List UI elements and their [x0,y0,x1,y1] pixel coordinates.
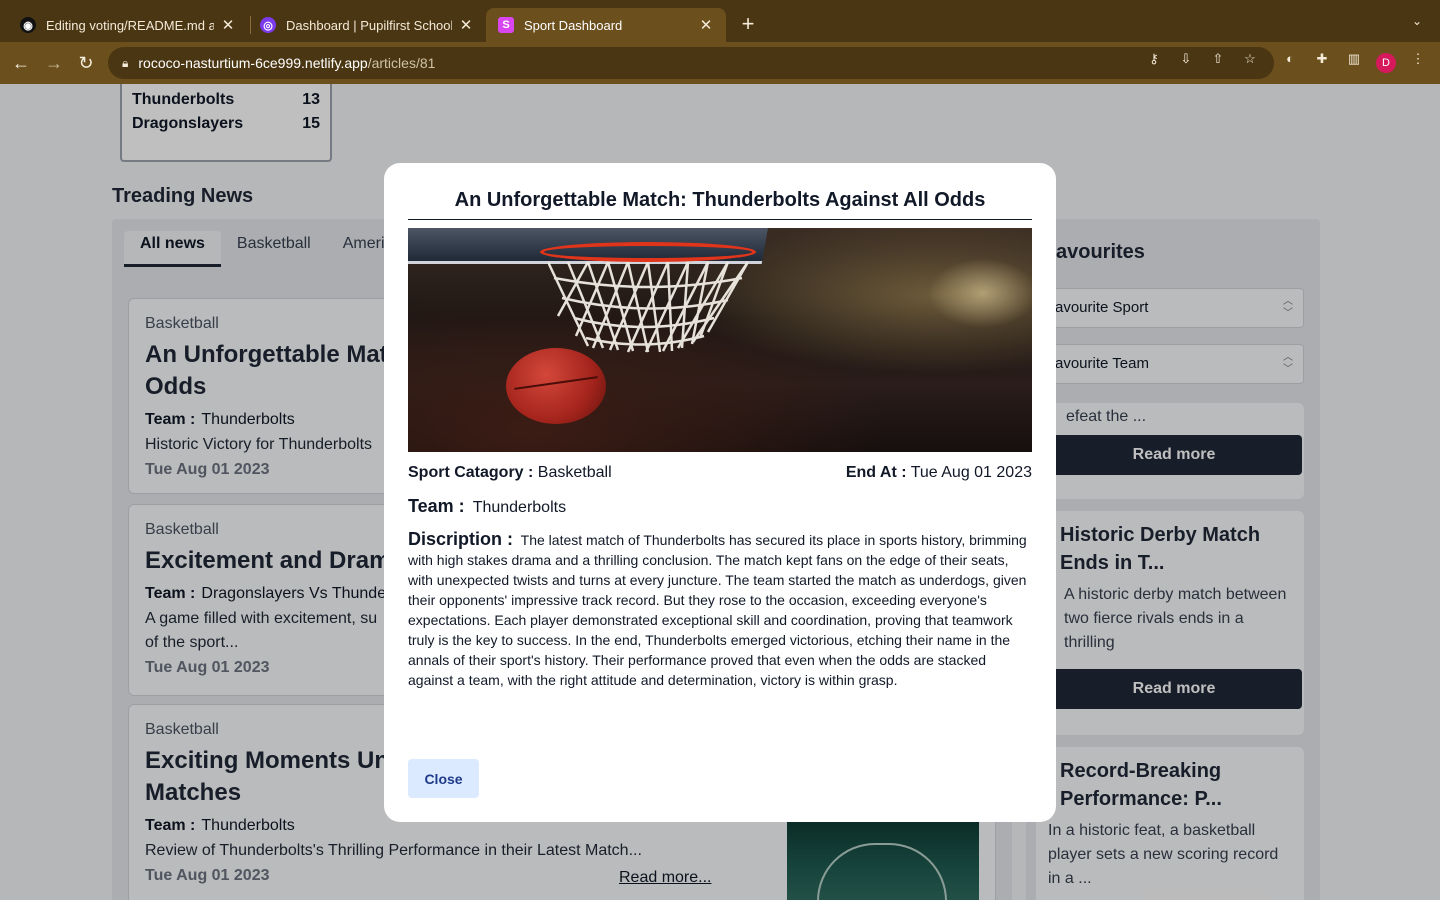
basketball-hoop-image [408,228,1032,452]
browser-tabbar: ◉ Editing voting/README.md at m ✕ ◎ Dash… [0,0,1440,42]
browser-menu-icon[interactable]: ⋮ [1409,50,1427,68]
sport-category-value: Basketball [537,464,612,481]
lock-icon[interactable]: 🔒︎ [122,56,128,71]
new-tab-button[interactable]: + [736,12,760,36]
team-value: Thunderbolts [472,499,567,516]
close-tab-icon[interactable]: ✕ [698,16,714,34]
modal-title: An Unforgettable Match: Thunderbolts Aga… [408,187,1032,220]
back-icon[interactable]: ← [9,51,33,75]
browser-tab-sport-dashboard[interactable]: S Sport Dashboard ✕ [486,8,726,42]
reload-icon[interactable]: ↻ [74,51,98,75]
close-tab-icon[interactable]: ✕ [220,16,236,34]
description-label: Discription : [408,529,514,549]
modal-meta-row: Sport Catagory : Basketball End At : Tue… [408,464,1032,482]
github-icon: ◉ [20,17,36,33]
end-date-label: End At : [845,464,907,481]
description-text: The latest match of Thunderbolts has sec… [408,532,1027,688]
share-icon[interactable]: ⇧ [1209,50,1227,68]
browser-toolbar: ← → ↻ 🔒︎ rococo-nasturtium-6ce999.netlif… [0,42,1440,84]
arena-light [928,258,1032,328]
sport-category-label: Sport Catagory : [408,464,534,481]
hoop-rim [540,242,756,262]
browser-tab-github[interactable]: ◉ Editing voting/README.md at m ✕ [8,8,248,42]
hoop-net [548,261,748,353]
modal-team: Team : Thunderbolts [408,496,1032,517]
url-path: /articles/81 [367,55,436,71]
url-host: rococo-nasturtium-6ce999.netlify.app [138,55,368,71]
modal-description: Discription : The latest match of Thunde… [408,529,1032,690]
basketball [506,348,606,424]
tab-title: Dashboard | Pupilfirst School | [286,17,452,33]
article-modal: An Unforgettable Match: Thunderbolts Aga… [384,163,1056,822]
close-tab-icon[interactable]: ✕ [458,16,474,34]
browser-tab-pupilfirst[interactable]: ◎ Dashboard | Pupilfirst School | ✕ [248,8,486,42]
tab-search-icon[interactable]: ⌄ [1412,14,1426,28]
end-date-value: Tue Aug 01 2023 [910,464,1032,481]
install-icon[interactable]: ⇩ [1177,50,1195,68]
sport-category: Sport Catagory : Basketball [408,464,612,482]
sidepanel-icon[interactable]: ▥ [1345,50,1363,68]
tab-title: Sport Dashboard [524,17,623,33]
address-bar[interactable]: 🔒︎ rococo-nasturtium-6ce999.netlify.app … [108,47,1274,79]
bookmark-star-icon[interactable]: ☆ [1241,50,1259,68]
forward-icon[interactable]: → [42,51,66,75]
end-date: End At : Tue Aug 01 2023 [846,464,1032,482]
tab-title: Editing voting/README.md at m [46,17,214,33]
extension-dark-icon[interactable]: ◐ [1281,50,1299,68]
close-button[interactable]: Close [408,759,479,798]
team-label: Team : [408,496,465,516]
profile-avatar[interactable]: D [1376,53,1396,73]
sport-dashboard-icon: S [498,17,514,33]
extensions-puzzle-icon[interactable]: ✚ [1313,50,1331,68]
key-icon[interactable]: ⚷ [1145,50,1163,68]
pupilfirst-icon: ◎ [260,17,276,33]
